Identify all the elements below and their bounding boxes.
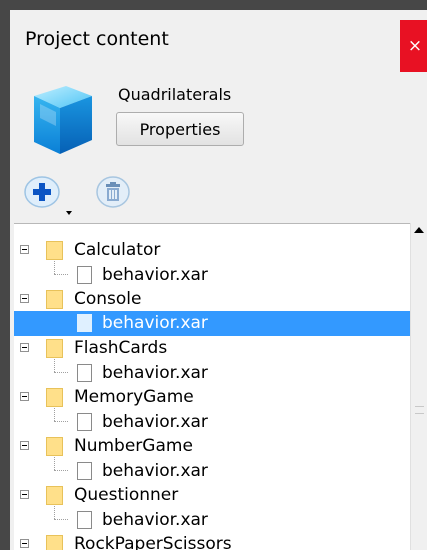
tree-file-row[interactable]: behavior.xar [14, 459, 410, 484]
file-icon [77, 511, 92, 529]
scroll-up-arrow-icon[interactable] [414, 227, 424, 233]
tree-folder-row[interactable]: MemoryGame [14, 385, 410, 410]
collapse-icon[interactable] [20, 490, 29, 499]
collapse-icon[interactable] [20, 392, 29, 401]
panel-titlebar: Project content [10, 10, 427, 72]
folder-label: NumberGame [74, 436, 193, 456]
tree-file-row[interactable]: behavior.xar [14, 361, 410, 386]
file-label: behavior.xar [102, 412, 208, 432]
delete-button[interactable] [93, 175, 133, 215]
collapse-icon[interactable] [20, 343, 29, 352]
scroll-grip-icon[interactable] [415, 406, 424, 414]
folder-label: RockPaperScissors [74, 534, 232, 550]
file-icon [77, 314, 92, 332]
dropdown-arrow-icon [66, 211, 72, 215]
project-name: Quadrilaterals [118, 85, 232, 104]
collapse-icon[interactable] [20, 441, 29, 450]
collapse-icon[interactable] [20, 245, 29, 254]
tree-folder-row[interactable]: NumberGame [14, 434, 410, 459]
file-label: behavior.xar [102, 265, 208, 285]
file-icon [77, 266, 92, 284]
collapse-icon[interactable] [20, 539, 29, 548]
tree-folder-row[interactable]: Calculator [14, 238, 410, 263]
close-button[interactable]: × [400, 20, 427, 72]
tree-file-row[interactable]: behavior.xar [14, 508, 410, 533]
folder-label: MemoryGame [74, 387, 194, 407]
plus-icon [24, 176, 60, 208]
tree-folder-row[interactable]: Console [14, 287, 410, 312]
file-label: behavior.xar [102, 510, 208, 530]
add-button[interactable] [22, 175, 76, 219]
folder-icon [46, 437, 63, 456]
tree-scrollbar[interactable] [410, 223, 427, 550]
folder-icon [46, 388, 63, 407]
folder-icon [46, 339, 63, 358]
tree-file-row-selected[interactable]: behavior.xar [14, 311, 410, 336]
file-icon [77, 462, 92, 480]
folder-icon [46, 290, 63, 309]
tree-file-row[interactable]: behavior.xar [14, 410, 410, 435]
folder-icon [46, 535, 63, 550]
collapse-icon[interactable] [20, 294, 29, 303]
cube-icon [34, 86, 92, 154]
trash-icon [96, 176, 130, 208]
folder-icon [46, 241, 63, 260]
tree-file-row[interactable]: behavior.xar [14, 263, 410, 288]
file-label: behavior.xar [102, 313, 208, 333]
folder-label: FlashCards [74, 338, 168, 358]
tree-folder-row[interactable]: Questionner [14, 483, 410, 508]
properties-button[interactable]: Properties [116, 112, 244, 146]
file-label: behavior.xar [102, 363, 208, 383]
tree-folder-row[interactable]: FlashCards [14, 336, 410, 361]
folder-label: Questionner [74, 485, 179, 505]
panel-title: Project content [25, 28, 169, 50]
folder-label: Console [74, 289, 142, 309]
file-icon [77, 364, 92, 382]
project-tree[interactable]: Calculator behavior.xar Console behavior… [14, 223, 414, 550]
file-label: behavior.xar [102, 461, 208, 481]
folder-label: Calculator [74, 240, 161, 260]
file-icon [77, 413, 92, 431]
close-icon: × [407, 36, 423, 56]
tree-folder-row[interactable]: RockPaperScissors [14, 532, 410, 550]
project-content-panel: Project content × Quadrilaterals Propert… [10, 10, 427, 550]
folder-icon [46, 486, 63, 505]
